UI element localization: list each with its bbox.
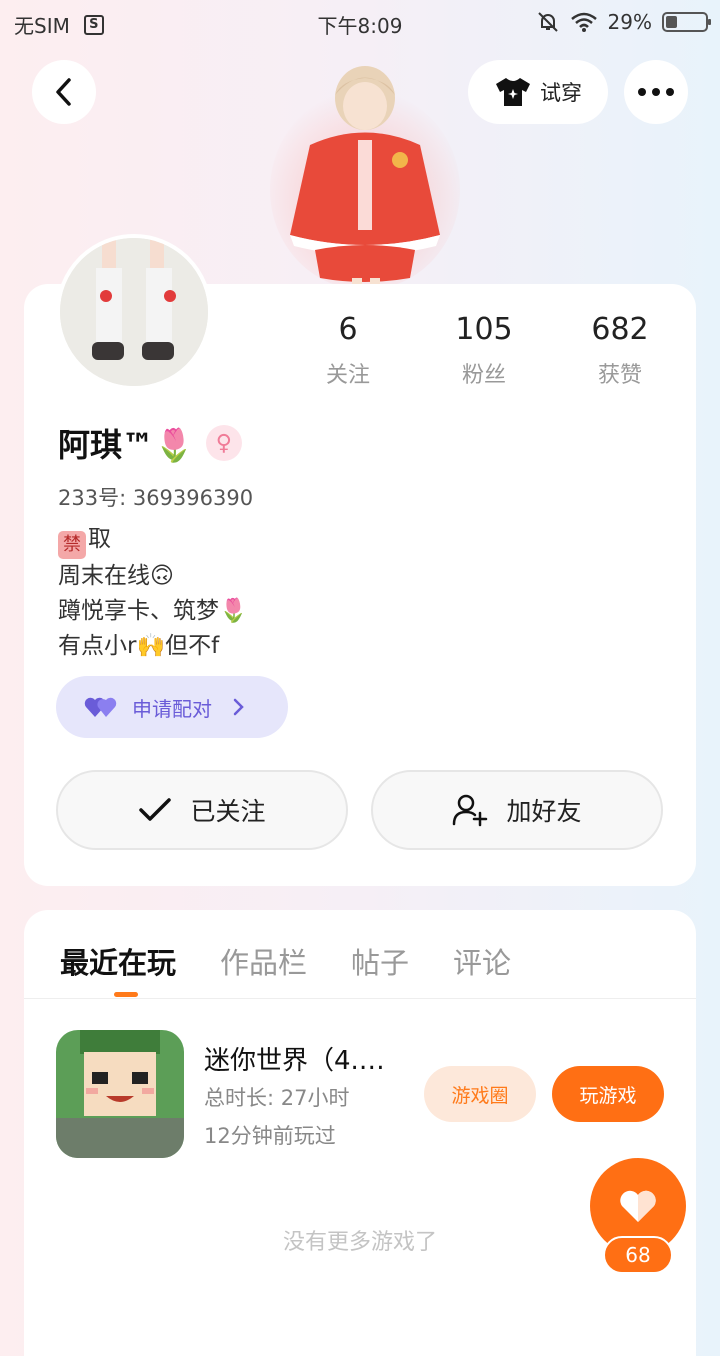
back-button[interactable]: [32, 60, 96, 124]
request-pair-label: 申请配对: [132, 696, 212, 721]
stat-likes[interactable]: 682 获赞: [550, 312, 690, 389]
more-button[interactable]: [624, 60, 688, 124]
content-card: 最近在玩 作品栏 帖子 评论 迷你世界（4.… 总时长: 27小时 12分钟前玩…: [24, 910, 696, 1356]
fans-label: 粉丝: [461, 363, 506, 388]
tab-bar: 最近在玩 作品栏 帖子 评论: [60, 940, 511, 982]
game-title[interactable]: 迷你世界（4.…: [204, 1040, 385, 1077]
character-avatar-illustration: [270, 66, 460, 290]
bio-line-2: 周末在线🙃: [58, 563, 174, 589]
followed-button[interactable]: 已关注: [56, 770, 348, 850]
add-friend-label: 加好友: [506, 797, 582, 826]
tab-comments[interactable]: 评论: [453, 940, 511, 982]
followed-label: 已关注: [190, 797, 266, 826]
heart-icon: [620, 1190, 656, 1222]
tab-divider: [24, 998, 696, 999]
username-row: 阿琪™🌷 ♀: [58, 420, 242, 466]
user-id[interactable]: 233号: 369396390: [58, 482, 253, 512]
game-duration: 总时长: 27小时: [204, 1086, 350, 1110]
mini-world-icon: [56, 1030, 184, 1158]
game-last-played: 12分钟前玩过: [204, 1124, 336, 1148]
battery-percent: 29%: [607, 10, 652, 34]
likes-received-count: 682: [591, 312, 649, 347]
tab-posts[interactable]: 帖子: [351, 940, 409, 982]
ban-badge: 禁: [58, 531, 86, 559]
game-icon[interactable]: [56, 1030, 184, 1158]
mute-bell-icon: [537, 12, 558, 32]
battery-icon: [662, 12, 711, 32]
avatar[interactable]: [56, 234, 212, 390]
likes-received-label: 获赞: [597, 363, 642, 388]
more-dots-icon: [638, 88, 674, 96]
stat-fans[interactable]: 105 粉丝: [414, 312, 554, 389]
checkmark-icon: [139, 798, 172, 821]
add-user-icon: [453, 794, 488, 827]
add-friend-button[interactable]: 加好友: [371, 770, 663, 850]
try-on-button[interactable]: 试穿: [468, 60, 608, 124]
play-game-button[interactable]: 玩游戏: [552, 1066, 664, 1122]
bio-line-1: 取: [88, 526, 111, 552]
bio: 禁取 周末在线🙃 蹲悦享卡、筑梦🌷 有点小r🙌但不f: [58, 522, 248, 664]
bio-line-4: 有点小r🙌但不f: [58, 633, 220, 659]
wifi-icon: [570, 12, 597, 32]
bio-line-3: 蹲悦享卡、筑梦🌷: [58, 598, 248, 624]
like-count: 68: [603, 1236, 673, 1274]
request-pair-button[interactable]: 申请配对: [56, 676, 288, 738]
following-label: 关注: [325, 363, 370, 388]
fans-count: 105: [455, 312, 513, 347]
chevron-right-icon: [233, 698, 244, 716]
avatar-image: [60, 238, 208, 386]
tshirt-icon: [496, 78, 530, 106]
status-bar: 无SIM S 下午8:09 29%: [0, 0, 720, 46]
following-count: 6: [338, 312, 358, 347]
tab-works[interactable]: 作品栏: [220, 940, 307, 982]
female-icon: ♀: [205, 425, 242, 461]
try-on-label: 试穿: [540, 81, 582, 105]
clock-text: 下午8:09: [317, 14, 403, 38]
chevron-left-icon: [56, 78, 71, 106]
active-tab-indicator: [114, 992, 138, 997]
username: 阿琪™🌷: [58, 426, 194, 464]
stat-following[interactable]: 6 关注: [278, 312, 418, 389]
game-circle-button[interactable]: 游戏圈: [424, 1066, 536, 1122]
tab-recently-played[interactable]: 最近在玩: [60, 940, 176, 982]
double-heart-icon: [84, 697, 117, 717]
